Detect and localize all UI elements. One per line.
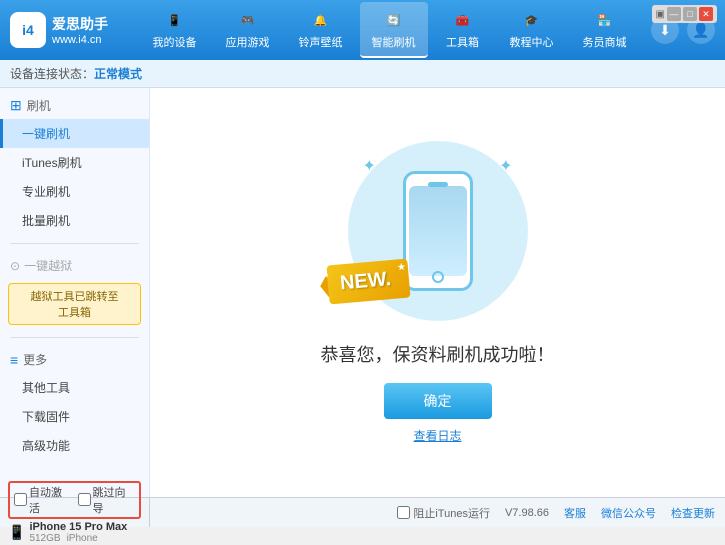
tutorial-icon: 🎓 xyxy=(520,8,544,32)
sidebar-item-batch-flash[interactable]: 批量刷机 xyxy=(0,206,149,235)
apps-icon: 🎮 xyxy=(236,8,260,32)
new-banner: ★ NEW. ★ xyxy=(326,259,410,305)
smart-icon: 🔄 xyxy=(382,8,406,32)
tab-apps-games[interactable]: 🎮 应用游戏 xyxy=(214,2,282,58)
success-message: 恭喜您，保资料刷机成功啦！ xyxy=(321,341,555,367)
sidebar-item-advanced[interactable]: 高级功能 xyxy=(0,431,149,460)
phone-notch xyxy=(428,182,448,187)
sidebar-section-flash-header: ⊞ 刷机 xyxy=(0,92,149,119)
sidebar-divider-2 xyxy=(10,337,139,338)
sidebar-item-pro-flash[interactable]: 专业刷机 xyxy=(0,177,149,206)
version-label: V7.98.66 xyxy=(505,507,549,519)
sidebar-section-jailbreak: ⊙ 一键越狱 越狱工具已跳转至工具箱 xyxy=(0,248,149,333)
restore-button[interactable]: □ xyxy=(683,7,697,21)
device-storage: 512GB xyxy=(29,533,60,544)
stop-itunes-checkbox[interactable] xyxy=(397,506,410,519)
logo-text: 爱思助手 www.i4.cn xyxy=(52,14,108,46)
device-phone-icon: 📱 xyxy=(8,524,25,541)
sidebar-jailbreak-notice: 越狱工具已跳转至工具箱 xyxy=(8,283,141,325)
sidebar-item-one-key-flash[interactable]: 一键刷机 xyxy=(0,119,149,148)
bottom-left-panel: 自动激活 跳过向导 📱 iPhone 15 Pro Max 512GB iPho… xyxy=(0,498,150,527)
device-info-row: 📱 iPhone 15 Pro Max 512GB iPhone xyxy=(8,520,141,545)
bottom-right-info: 阻止iTunes运行 V7.98.66 客服 微信公众号 检查更新 xyxy=(150,498,725,527)
auto-activate-checkbox[interactable] xyxy=(14,493,27,506)
device-type: iPhone xyxy=(67,533,98,544)
tab-merchant[interactable]: 🏪 务员商城 xyxy=(571,2,639,58)
top-nav-bar: i4 爱思助手 www.i4.cn 📱 我的设备 🎮 应用游戏 🔔 铃声壁纸 xyxy=(0,0,725,60)
phone-home-button xyxy=(432,271,444,283)
phone-screen xyxy=(409,186,467,276)
star-right: ★ xyxy=(396,262,406,274)
stop-itunes-row: 阻止iTunes运行 xyxy=(397,505,490,521)
star-left: ★ xyxy=(321,270,329,280)
checkbox-outline-box: 自动激活 跳过向导 xyxy=(8,481,141,519)
check-update-link[interactable]: 检查更新 xyxy=(671,505,715,521)
sidebar-item-itunes-flash[interactable]: iTunes刷机 xyxy=(0,148,149,177)
flash-section-icon: ⊞ xyxy=(10,97,22,114)
jailbreak-disabled-icon: ⊙ xyxy=(10,259,20,273)
device-icon: 📱 xyxy=(163,8,187,32)
tab-my-device[interactable]: 📱 我的设备 xyxy=(141,2,209,58)
sidebar-disabled-jailbreak: ⊙ 一键越狱 xyxy=(0,252,149,279)
new-banner-text: NEW. xyxy=(339,268,392,294)
sidebar-item-other-tools[interactable]: 其他工具 xyxy=(0,373,149,402)
sidebar-divider-1 xyxy=(10,243,139,244)
app-logo: i4 爱思助手 www.i4.cn xyxy=(10,12,108,48)
sparkle-tl: ✦ xyxy=(363,156,376,176)
tab-tutorial[interactable]: 🎓 教程中心 xyxy=(498,2,566,58)
sub-bar: 设备连接状态： 正常模式 xyxy=(0,60,725,88)
logo-icon: i4 xyxy=(10,12,46,48)
sidebar-section-more-header: ≡ 更多 xyxy=(0,346,149,373)
sub-bar-prefix: 设备连接状态： xyxy=(10,65,94,82)
confirm-button[interactable]: 确定 xyxy=(384,383,492,419)
ringtone-icon: 🔔 xyxy=(309,8,333,32)
sidebar-section-more: ≡ 更多 其他工具 下载固件 高级功能 xyxy=(0,342,149,464)
sidebar-item-download-firmware[interactable]: 下载固件 xyxy=(0,402,149,431)
more-section-icon: ≡ xyxy=(10,352,18,368)
phone-body xyxy=(403,171,473,291)
sparkle-tr: ✦ xyxy=(499,156,512,176)
minimize-button[interactable]: — xyxy=(667,7,681,21)
phone-illustration: ✦ ✦ ✦ ★ NEW. ★ xyxy=(348,141,528,321)
sidebar-section-flash: ⊞ 刷机 一键刷机 iTunes刷机 专业刷机 批量刷机 xyxy=(0,88,149,239)
main-layout: ⊞ 刷机 一键刷机 iTunes刷机 专业刷机 批量刷机 ⊙ 一键越狱 越狱工具… xyxy=(0,88,725,497)
sub-bar-status: 正常模式 xyxy=(94,65,142,82)
tab-smart-flash[interactable]: 🔄 智能刷机 xyxy=(360,2,428,58)
tab-toolbox[interactable]: 🧰 工具箱 xyxy=(433,2,493,58)
auto-activate-label[interactable]: 自动激活 xyxy=(14,484,72,516)
service-link[interactable]: 客服 xyxy=(564,505,586,521)
guide-checkbox[interactable] xyxy=(78,493,91,506)
bottom-bar: 自动激活 跳过向导 📱 iPhone 15 Pro Max 512GB iPho… xyxy=(0,497,725,527)
close-button[interactable]: ✕ xyxy=(699,7,713,21)
window-controls: ▣ — □ ✕ xyxy=(652,5,717,23)
content-area: ✦ ✦ ✦ ★ NEW. ★ 恭喜您，保资料刷机成功啦！ xyxy=(150,88,725,497)
view-log-link[interactable]: 查看日志 xyxy=(413,427,461,444)
merchant-icon: 🏪 xyxy=(593,8,617,32)
nav-tabs: 📱 我的设备 🎮 应用游戏 🔔 铃声壁纸 🔄 智能刷机 🧰 工具箱 🎓 xyxy=(128,2,651,58)
tools-icon: 🧰 xyxy=(451,8,475,32)
wechat-link[interactable]: 微信公众号 xyxy=(601,505,656,521)
guide-label[interactable]: 跳过向导 xyxy=(78,484,136,516)
tab-ringtone[interactable]: 🔔 铃声壁纸 xyxy=(287,2,355,58)
sidebar: ⊞ 刷机 一键刷机 iTunes刷机 专业刷机 批量刷机 ⊙ 一键越狱 越狱工具… xyxy=(0,88,150,497)
